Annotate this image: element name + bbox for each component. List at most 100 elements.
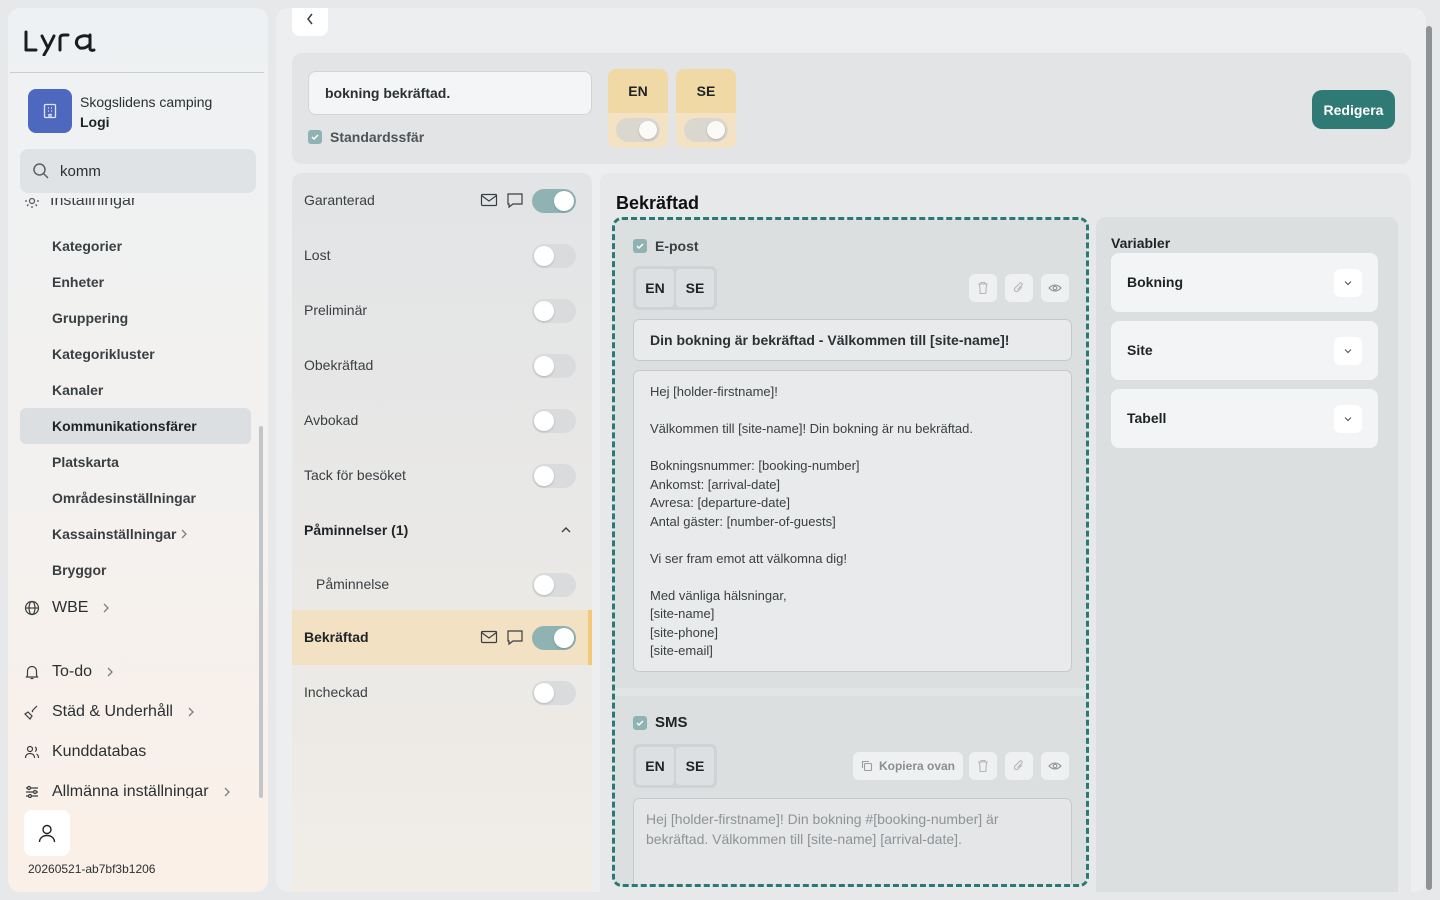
- language-toggle-se[interactable]: [684, 118, 728, 142]
- sidebar-item-platskarta[interactable]: Platskarta: [20, 444, 251, 480]
- main-scrollbar[interactable]: [1426, 26, 1432, 890]
- status-label: Tack för besöket: [304, 467, 406, 483]
- status-toggle[interactable]: [532, 409, 576, 433]
- status-row-bekraftad[interactable]: Bekräftad: [292, 610, 592, 665]
- user-profile-button[interactable]: [24, 810, 70, 856]
- broom-icon: [24, 704, 40, 720]
- toggle-knob: [639, 121, 657, 139]
- status-row-garanterad[interactable]: Garanterad: [292, 173, 592, 228]
- variable-group-bokning[interactable]: Bokning: [1111, 253, 1378, 312]
- sidebar-item-kanaler[interactable]: Kanaler: [20, 372, 251, 408]
- status-toggle[interactable]: [532, 244, 576, 268]
- status-row-obekraftad[interactable]: Obekräftad: [292, 338, 592, 393]
- mail-icon: [480, 628, 498, 646]
- sidebar-item-label: Kanaler: [52, 382, 104, 398]
- logo-divider: [10, 72, 264, 73]
- organization-icon[interactable]: [28, 89, 72, 133]
- sidebar-item-label: WBE: [52, 599, 89, 616]
- preview-button[interactable]: [1041, 752, 1069, 780]
- status-toggle[interactable]: [532, 354, 576, 378]
- template-name-input[interactable]: [308, 71, 592, 115]
- chevron-down-icon[interactable]: [1334, 269, 1362, 297]
- status-label: Lost: [304, 247, 331, 263]
- reminders-header[interactable]: Påminnelser (1): [292, 503, 592, 558]
- sidebar-item-label: Kunddatabas: [52, 743, 147, 760]
- sms-checkbox[interactable]: SMS: [633, 714, 688, 731]
- tab-en[interactable]: EN: [636, 747, 674, 785]
- sidebar-item-kategorikluster[interactable]: Kategorikluster: [20, 336, 251, 372]
- email-body-field[interactable]: Hej [holder-firstname]! Välkommen till […: [633, 370, 1072, 672]
- sidebar-item-enheter[interactable]: Enheter: [20, 264, 251, 300]
- status-toggle[interactable]: [532, 299, 576, 323]
- sidebar-item-wbe[interactable]: WBE: [24, 594, 110, 622]
- bell-icon: [24, 664, 40, 680]
- organization-module[interactable]: Logi: [80, 114, 110, 130]
- chevron-down-icon[interactable]: [1334, 337, 1362, 365]
- sidebar-item-gruppering[interactable]: Gruppering: [20, 300, 251, 336]
- status-label: Påminnelse: [316, 576, 390, 592]
- sidebar: Skogslidens camping Logi Inställningar K…: [8, 8, 268, 892]
- sidebar-item-kategorier[interactable]: Kategorier: [20, 228, 251, 264]
- edit-button[interactable]: Redigera: [1312, 90, 1395, 129]
- sidebar-item-kunddatabas[interactable]: Kunddatabas: [24, 738, 146, 766]
- chevron-right-icon: [187, 706, 195, 718]
- back-button[interactable]: [292, 8, 328, 36]
- sidebar-item-label: To-do: [52, 663, 93, 680]
- settings-icon: [24, 198, 40, 209]
- variable-group-tabell[interactable]: Tabell: [1111, 389, 1378, 448]
- sidebar-item-allmanna-installningar[interactable]: Allmänna inställningar: [24, 778, 231, 798]
- variable-group-label: Bokning: [1127, 274, 1183, 290]
- sidebar-item-kommunikationsfarer[interactable]: Kommunikationsfärer: [20, 408, 251, 444]
- delete-button[interactable]: [969, 752, 997, 780]
- sms-body-field[interactable]: Hej [holder-firstname]! Din bokning #[bo…: [633, 798, 1072, 884]
- globe-icon: [24, 600, 40, 616]
- language-code: SE: [676, 69, 736, 113]
- lyra-logo[interactable]: [24, 22, 114, 56]
- status-toggle[interactable]: [532, 464, 576, 488]
- copy-above-button[interactable]: Kopiera ovan: [853, 752, 963, 780]
- status-row-preliminar[interactable]: Preliminär: [292, 283, 592, 338]
- tab-se[interactable]: SE: [676, 269, 714, 307]
- sidebar-item-label: Kategorikluster: [52, 346, 155, 362]
- users-icon: [24, 744, 40, 760]
- email-checkbox[interactable]: E-post: [633, 238, 699, 254]
- chevron-right-icon: [106, 666, 114, 678]
- trash-icon: [977, 759, 989, 773]
- sidebar-item-todo[interactable]: To-do: [24, 658, 114, 686]
- default-sphere-checkbox[interactable]: Standardssfär: [308, 129, 424, 145]
- attach-button[interactable]: [1005, 274, 1033, 302]
- chevron-up-icon: [560, 522, 572, 538]
- status-label: Garanterad: [304, 192, 375, 208]
- status-row-lost[interactable]: Lost: [292, 228, 592, 283]
- chevron-down-icon[interactable]: [1334, 405, 1362, 433]
- email-subject-field[interactable]: Din bokning är bekräftad - Välkommen til…: [633, 319, 1072, 361]
- sidebar-item-bryggor[interactable]: Bryggor: [20, 552, 251, 588]
- search-input[interactable]: [60, 149, 250, 193]
- sidebar-item-stad-underhall[interactable]: Städ & Underhåll: [24, 698, 195, 726]
- organization-name[interactable]: Skogslidens camping: [80, 94, 212, 110]
- status-row-tack-for-besoket[interactable]: Tack för besöket: [292, 448, 592, 503]
- tab-se[interactable]: SE: [676, 747, 714, 785]
- status-row-incheckad[interactable]: Incheckad: [292, 665, 592, 720]
- status-toggle[interactable]: [532, 681, 576, 705]
- search-box[interactable]: [20, 149, 256, 193]
- sidebar-item-label: Platskarta: [52, 454, 119, 470]
- status-row-paminnelse[interactable]: Påminnelse: [292, 557, 592, 612]
- sidebar-scrollbar[interactable]: [259, 426, 263, 798]
- reminders-label: Påminnelser (1): [304, 522, 409, 538]
- sidebar-item-omradesinstallningar[interactable]: Områdesinställningar: [20, 480, 251, 516]
- preview-button[interactable]: [1041, 274, 1069, 302]
- tab-en[interactable]: EN: [636, 269, 674, 307]
- attach-button[interactable]: [1005, 752, 1033, 780]
- variable-group-site[interactable]: Site: [1111, 321, 1378, 380]
- sidebar-item-installningar[interactable]: Inställningar: [24, 198, 136, 210]
- language-toggle-en[interactable]: [616, 118, 660, 142]
- delete-button[interactable]: [969, 274, 997, 302]
- status-row-avbokad[interactable]: Avbokad: [292, 393, 592, 448]
- sidebar-item-kassainstallningar[interactable]: Kassainställningar: [20, 516, 251, 552]
- status-toggle[interactable]: [532, 626, 576, 650]
- status-toggle[interactable]: [532, 573, 576, 597]
- status-toggle[interactable]: [532, 189, 576, 213]
- channel-icons: [480, 191, 524, 209]
- toggle-knob: [534, 301, 554, 321]
